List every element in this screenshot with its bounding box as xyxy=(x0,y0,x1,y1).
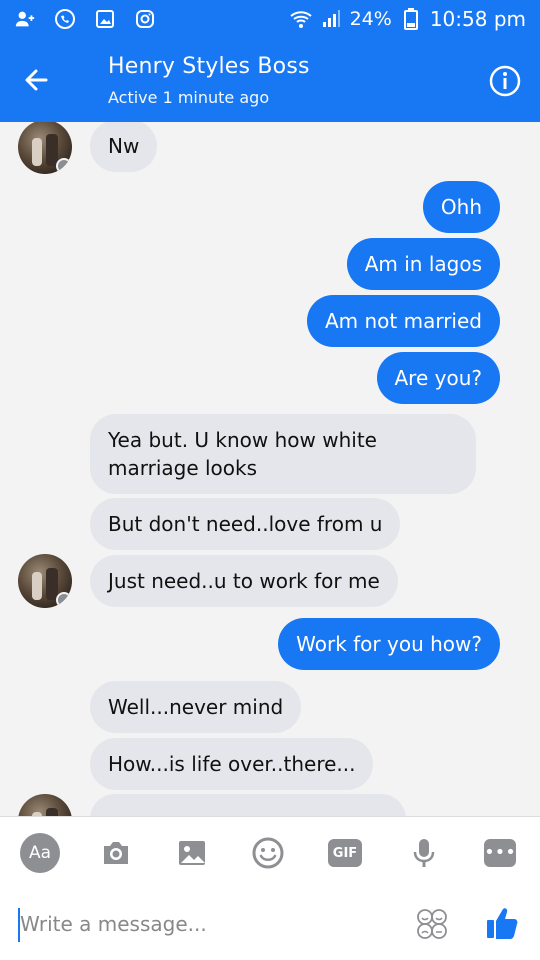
contact-name[interactable]: Henry Styles Boss xyxy=(108,54,310,79)
whatsapp-icon xyxy=(54,8,76,30)
sticker-icon[interactable] xyxy=(248,833,288,873)
clock: 10:58 pm xyxy=(429,7,526,31)
camera-icon[interactable] xyxy=(96,833,136,873)
messenger-badge-icon xyxy=(56,592,72,608)
emoji-icon[interactable] xyxy=(416,908,448,940)
message-incoming-partial[interactable] xyxy=(90,794,406,816)
message-incoming[interactable]: Just need..u to work for me xyxy=(90,555,398,607)
message-incoming[interactable]: But don't need..love from u xyxy=(90,498,401,550)
message-incoming[interactable]: Nw xyxy=(90,122,158,172)
battery-icon xyxy=(400,8,422,30)
photo-icon[interactable] xyxy=(172,833,212,873)
contact-avatar[interactable] xyxy=(18,554,72,608)
message-outgoing[interactable]: Am not married xyxy=(306,295,500,347)
status-bar: 24% 10:58 pm xyxy=(0,0,540,38)
conversation-header: Henry Styles Boss Active 1 minute ago xyxy=(0,38,540,122)
instagram-icon xyxy=(134,8,156,30)
add-contact-icon xyxy=(14,8,36,30)
more-options-button[interactable]: ••• xyxy=(484,839,516,867)
message-outgoing[interactable]: Am in lagos xyxy=(346,238,500,290)
gif-button[interactable]: GIF xyxy=(328,839,362,867)
message-incoming[interactable]: Well...never mind xyxy=(90,681,302,733)
message-incoming[interactable]: How...is life over..there... xyxy=(90,738,374,790)
back-arrow-icon[interactable] xyxy=(18,62,54,98)
thumbs-up-icon[interactable] xyxy=(484,904,522,942)
composer-toolbar: Aa GIF ••• xyxy=(0,816,540,888)
wifi-icon xyxy=(289,8,312,30)
message-outgoing[interactable]: Ohh xyxy=(422,181,500,233)
message-list[interactable]: Nw Ohh Am in lagos Am not married Are yo… xyxy=(0,122,540,816)
message-composer xyxy=(0,888,540,960)
contact-avatar[interactable] xyxy=(18,122,72,174)
battery-percent: 24% xyxy=(349,8,392,30)
messenger-badge-icon xyxy=(56,158,72,174)
signal-icon xyxy=(320,8,342,30)
message-incoming[interactable]: Yea but. U know how white marriage looks xyxy=(90,414,476,494)
message-input[interactable] xyxy=(20,904,400,944)
message-outgoing[interactable]: Are you? xyxy=(376,352,500,404)
active-status: Active 1 minute ago xyxy=(108,88,270,107)
contact-avatar[interactable] xyxy=(18,794,72,816)
microphone-icon[interactable] xyxy=(404,833,444,873)
message-outgoing[interactable]: Work for you how? xyxy=(278,618,500,670)
text-format-button[interactable]: Aa xyxy=(20,833,60,873)
info-icon[interactable] xyxy=(488,64,522,98)
gallery-icon xyxy=(94,8,116,30)
